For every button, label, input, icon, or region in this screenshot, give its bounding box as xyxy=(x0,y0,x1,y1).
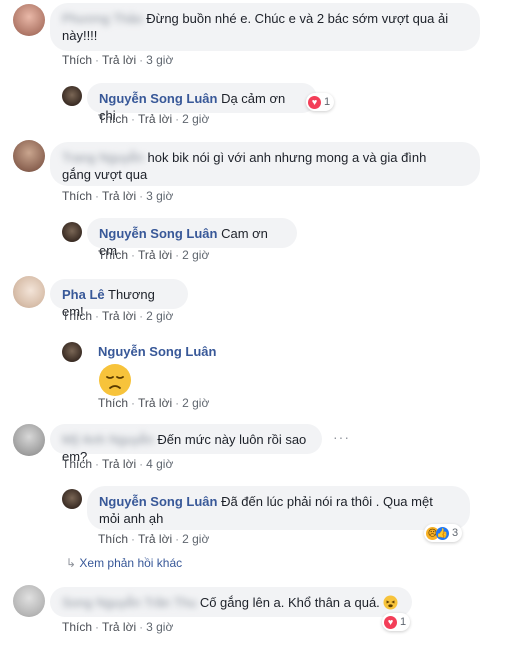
comment-author[interactable]: Nguyễn Song Luân xyxy=(99,494,217,509)
tired-face-icon xyxy=(383,595,398,610)
reply-link[interactable]: Trả lời xyxy=(102,309,136,323)
like-link[interactable]: Thích xyxy=(62,457,92,471)
like-link[interactable]: Thích xyxy=(62,620,92,634)
avatar[interactable] xyxy=(13,276,45,308)
reply-arrow-icon: ↳ xyxy=(66,556,77,570)
comment-text: mỏi anh ạh xyxy=(99,511,164,526)
reply-link[interactable]: Trả lời xyxy=(102,457,136,471)
comment-actions: Thích · Trả lời · 2 giờ xyxy=(98,112,210,126)
comment-time[interactable]: 2 giờ xyxy=(182,396,209,410)
avatar[interactable] xyxy=(13,585,45,617)
more-options-icon[interactable]: ··· xyxy=(333,429,350,445)
comment-text: Cố gắng lên a. Khổ thân a quá. xyxy=(199,595,380,610)
avatar[interactable] xyxy=(62,489,82,509)
sad-face-icon xyxy=(99,364,131,396)
comment-text: gắng vượt qua xyxy=(62,167,148,182)
like-link[interactable]: Thích xyxy=(62,189,92,203)
reaction-summary[interactable]: ☹ 👍 3 xyxy=(424,524,463,542)
reply-link[interactable]: Trả lời xyxy=(138,532,172,546)
comment-actions: Thích · Trả lời · 2 giờ xyxy=(98,248,210,262)
like-link[interactable]: Thích xyxy=(62,309,92,323)
comment-bubble: Mỹ Anh Nguyễn Đến mức này luôn rồi sao e… xyxy=(50,424,322,464)
reply-bubble: Nguyễn Song Luân Cam ơn em xyxy=(87,218,297,258)
comment-text: này!!!! xyxy=(62,28,98,43)
comment-time[interactable]: 3 giờ xyxy=(146,189,173,203)
comment-actions: Thích · Trả lời · 3 giờ xyxy=(62,189,174,203)
comment-time[interactable]: 4 giờ xyxy=(146,457,173,471)
comment-author[interactable]: Nguyễn Song Luân xyxy=(99,226,217,241)
comment-actions: Thích · Trả lời · 2 giờ xyxy=(98,532,210,546)
comment-author[interactable]: Phương Thảo xyxy=(62,10,143,27)
reply-bubble: Nguyễn Song Luân Đã đến lúc phải nói ra … xyxy=(87,486,470,530)
comment-text: Đã đến lúc phải nói ra thôi . Qua mệt xyxy=(221,494,433,509)
comment-time[interactable]: 3 giờ xyxy=(146,53,173,67)
like-link[interactable]: Thích xyxy=(98,248,128,262)
reply-link[interactable]: Trả lời xyxy=(138,112,172,126)
avatar[interactable] xyxy=(62,342,82,362)
comment-author[interactable]: Pha Lê xyxy=(62,287,105,302)
comment-time[interactable]: 2 giờ xyxy=(182,248,209,262)
comment-bubble: Phương Thảo Đừng buồn nhé e. Chúc e và 2… xyxy=(50,3,480,51)
comment-actions: Thích · Trả lời · 2 giờ xyxy=(62,309,174,323)
avatar[interactable] xyxy=(13,424,45,456)
comment-time[interactable]: 3 giờ xyxy=(146,620,173,634)
like-link[interactable]: Thích xyxy=(62,53,92,67)
comment-time[interactable]: 2 giờ xyxy=(182,112,209,126)
reaction-summary[interactable]: ♥ 1 xyxy=(306,93,335,111)
comment-text: hok bik nói gì với anh nhưng mong a và g… xyxy=(147,150,427,165)
comment-time[interactable]: 2 giờ xyxy=(146,309,173,323)
like-link[interactable]: Thích xyxy=(98,396,128,410)
reply-bubble: Nguyễn Song Luân xyxy=(98,336,298,366)
like-link[interactable]: Thích xyxy=(98,532,128,546)
heart-icon: ♥ xyxy=(384,615,397,629)
avatar[interactable] xyxy=(13,4,45,36)
reply-link[interactable]: Trả lời xyxy=(102,620,136,634)
view-more-replies[interactable]: ↳ Xem phản hồi khác xyxy=(66,556,182,570)
comment-author[interactable]: Nguyễn Song Luân xyxy=(98,344,216,359)
comment-time[interactable]: 2 giờ xyxy=(182,532,209,546)
comment-author[interactable]: Mỹ Anh Nguyễn xyxy=(62,431,154,448)
comment-actions: Thích · Trả lời · 2 giờ xyxy=(98,396,210,410)
reply-link[interactable]: Trả lời xyxy=(102,189,136,203)
comment-actions: Thích · Trả lời · 3 giờ xyxy=(62,620,174,634)
avatar[interactable] xyxy=(62,222,82,242)
comment-author[interactable]: Nguyễn Song Luân xyxy=(99,91,217,106)
comment-text: Đừng buồn nhé e. Chúc e và 2 bác sớm vượ… xyxy=(146,11,449,26)
comment-actions: Thích · Trả lời · 3 giờ xyxy=(62,53,174,67)
like-reaction-icon: 👍 xyxy=(436,526,449,540)
avatar[interactable] xyxy=(13,140,45,172)
heart-icon: ♥ xyxy=(308,95,321,109)
like-link[interactable]: Thích xyxy=(98,112,128,126)
comment-author[interactable]: Song Nguyễn Trần Thu xyxy=(62,594,196,611)
comment-bubble: Song Nguyễn Trần Thu Cố gắng lên a. Khổ … xyxy=(50,587,412,617)
reply-link[interactable]: Trả lời xyxy=(138,396,172,410)
comment-actions: Thích · Trả lời · 4 giờ xyxy=(62,457,174,471)
comment-author[interactable]: Trang Nguyễn xyxy=(62,149,144,166)
avatar[interactable] xyxy=(62,86,82,106)
reply-link[interactable]: Trả lời xyxy=(102,53,136,67)
comment-bubble: Pha Lê Thương em! xyxy=(50,279,188,319)
reaction-summary[interactable]: ♥ 1 xyxy=(382,613,411,631)
reply-link[interactable]: Trả lời xyxy=(138,248,172,262)
reply-bubble: Nguyễn Song Luân Dạ cảm ơn chị xyxy=(87,83,317,123)
comment-bubble: Trang Nguyễn hok bik nói gì với anh nhưn… xyxy=(50,142,480,186)
